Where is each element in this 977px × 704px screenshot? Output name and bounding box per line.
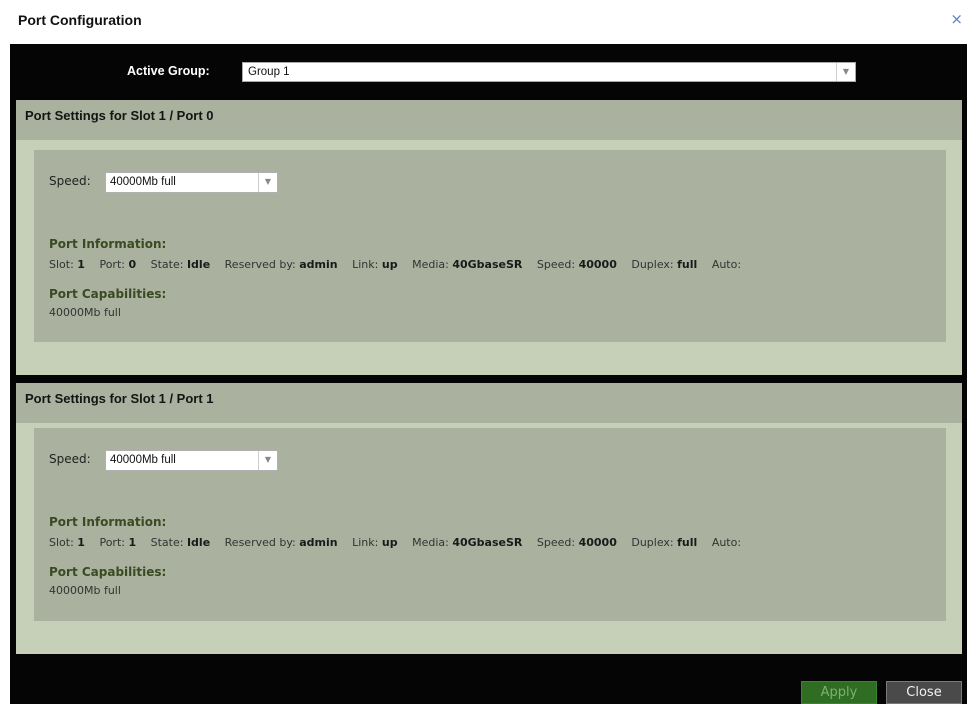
panel-title: Port Settings for Slot 1 / Port 0 <box>25 108 214 123</box>
port-info-heading: Port Information: <box>49 515 167 529</box>
speed-label: Speed: <box>49 452 91 466</box>
port-capabilities-value: 40000Mb full <box>49 306 121 319</box>
speed-select[interactable]: 40000Mb full ▼ <box>105 450 278 471</box>
port-capabilities-value: 40000Mb full <box>49 584 121 597</box>
port-info-line: Slot: 1 Port: 0 State: Idle Reserved by:… <box>49 258 742 271</box>
port-info-heading: Port Information: <box>49 237 167 251</box>
speed-select[interactable]: 40000Mb full ▼ <box>105 172 278 193</box>
speed-select-value: 40000Mb full <box>110 176 176 188</box>
speed-select-value: 40000Mb full <box>110 454 176 466</box>
active-group-label: Active Group: <box>127 64 210 78</box>
port-capabilities-heading: Port Capabilities: <box>49 287 167 301</box>
port-capabilities-heading: Port Capabilities: <box>49 565 167 579</box>
dialog-title: Port Configuration <box>18 12 142 28</box>
panel-inner: Speed: 40000Mb full ▼ Port Information: … <box>34 150 946 342</box>
panel-title: Port Settings for Slot 1 / Port 1 <box>25 391 214 406</box>
port-info-line: Slot: 1 Port: 1 State: Idle Reserved by:… <box>49 536 742 549</box>
dialog-titlebar: Port Configuration × <box>0 0 977 44</box>
panel-header: Port Settings for Slot 1 / Port 0 <box>16 100 962 140</box>
chevron-down-icon[interactable]: ▼ <box>258 173 277 192</box>
port-panel-1: Port Settings for Slot 1 / Port 1 Speed:… <box>16 383 962 654</box>
panel-inner: Speed: 40000Mb full ▼ Port Information: … <box>34 428 946 621</box>
speed-label: Speed: <box>49 174 91 188</box>
panel-header: Port Settings for Slot 1 / Port 1 <box>16 383 962 423</box>
close-icon[interactable]: × <box>950 10 963 28</box>
active-group-value: Group 1 <box>248 66 290 78</box>
close-button[interactable]: Close <box>886 681 962 704</box>
port-panel-0: Port Settings for Slot 1 / Port 0 Speed:… <box>16 100 962 375</box>
active-group-select[interactable]: Group 1 ▼ <box>242 62 856 82</box>
apply-button[interactable]: Apply <box>801 681 877 704</box>
chevron-down-icon[interactable]: ▼ <box>258 451 277 470</box>
chevron-down-icon[interactable]: ▼ <box>836 63 855 81</box>
